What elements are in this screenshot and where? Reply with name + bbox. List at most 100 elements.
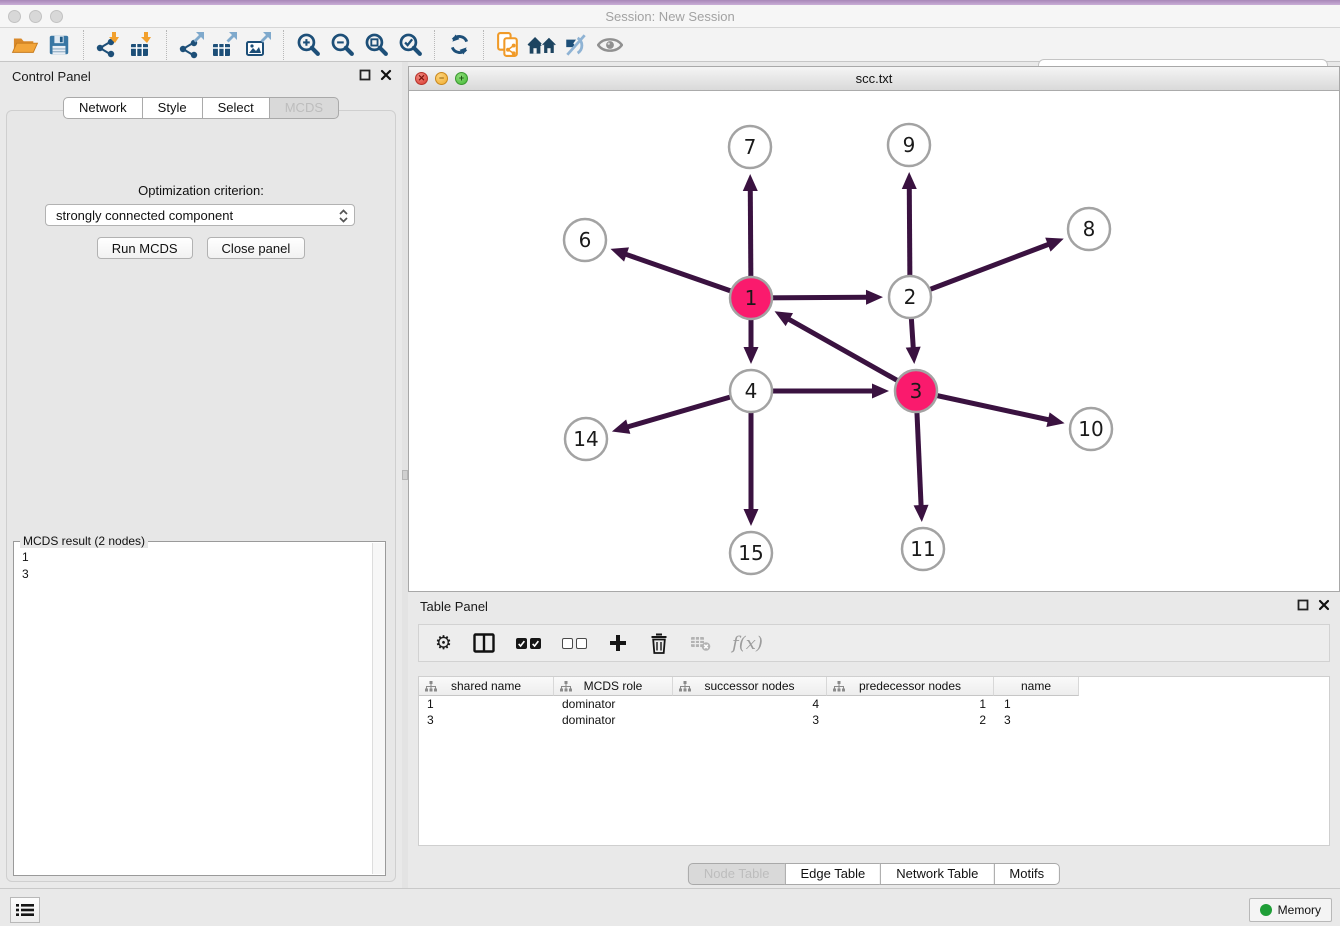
network-graph-svg[interactable]: 7968124314101511 (409, 91, 1339, 591)
export-network-button[interactable] (174, 30, 208, 60)
graph-node-label: 6 (579, 228, 592, 252)
open-folder-icon (11, 33, 39, 57)
toolbar-separator (83, 30, 84, 60)
float-table-panel-icon[interactable] (1297, 599, 1309, 611)
import-network-icon (94, 31, 122, 59)
list-icon (16, 903, 34, 917)
mcds-result-title: MCDS result (2 nodes) (20, 534, 148, 548)
float-panel-icon[interactable] (359, 69, 371, 81)
table-cell: 1 (827, 697, 994, 711)
column-header-MCDS-role[interactable]: MCDS role (554, 677, 673, 696)
nested-network-button[interactable] (525, 30, 559, 60)
table-toolbar: ⚙ f(x) (418, 624, 1330, 662)
graphics-details-button[interactable] (593, 30, 627, 60)
criterion-value: strongly connected component (56, 208, 233, 223)
save-session-button[interactable] (42, 30, 76, 60)
memory-status-icon (1260, 904, 1272, 916)
export-network-icon (177, 31, 205, 59)
deselect-all-icon[interactable] (562, 638, 587, 649)
graph-node-label: 11 (910, 537, 935, 561)
run-mcds-button[interactable]: Run MCDS (97, 237, 193, 259)
graph-arrowhead (743, 174, 758, 191)
mcds-panel: Optimization criterion: strongly connect… (6, 110, 396, 882)
function-builder-icon: f(x) (732, 633, 763, 654)
graph-arrowhead (914, 505, 929, 522)
add-column-icon[interactable] (608, 633, 628, 653)
graph-node-label: 4 (745, 379, 758, 403)
graph-node-label: 14 (573, 427, 598, 451)
network-window-titlebar[interactable]: ✕ − + scc.txt (409, 67, 1339, 91)
table-cell: 3 (419, 713, 554, 727)
delete-column-disabled-icon (690, 634, 711, 652)
column-header-successor-nodes[interactable]: successor nodes (673, 677, 827, 696)
zoom-selected-button[interactable] (393, 30, 427, 60)
import-network-button[interactable] (91, 30, 125, 60)
app-titlebar: Session: New Session (0, 5, 1340, 28)
table-header-row: shared nameMCDS rolesuccessor nodesprede… (419, 677, 1329, 696)
zoom-in-button[interactable] (291, 30, 325, 60)
table-panel-tabs: Node TableEdge TableNetwork TableMotifs (688, 863, 1060, 885)
export-table-button[interactable] (208, 30, 242, 60)
control-panel: Control Panel NetworkStyleSelectMCDS Opt… (0, 62, 402, 888)
tab-mcds[interactable]: MCDS (269, 97, 339, 119)
table-cell: 1 (419, 697, 554, 711)
tab-network-table[interactable]: Network Table (880, 863, 994, 885)
zoom-selected-icon (397, 31, 424, 58)
graph-node-label: 1 (745, 286, 758, 310)
tab-network[interactable]: Network (63, 97, 143, 119)
graph-node-label: 9 (903, 133, 916, 157)
result-line: 3 (22, 566, 377, 583)
delete-trash-icon[interactable] (649, 632, 669, 655)
graph-arrowhead (1045, 238, 1064, 252)
table-settings-icon[interactable]: ⚙ (435, 632, 452, 654)
apply-layout-button[interactable] (442, 30, 476, 60)
toolbar-separator (483, 30, 484, 60)
criterion-dropdown[interactable]: strongly connected component (45, 204, 355, 226)
result-scrollbar[interactable] (372, 543, 385, 874)
table-cell: dominator (554, 697, 673, 711)
network-canvas[interactable]: 7968124314101511 (409, 91, 1339, 591)
close-panel-icon[interactable] (380, 69, 392, 81)
close-panel-button[interactable]: Close panel (207, 237, 306, 259)
tab-edge-table[interactable]: Edge Table (784, 863, 881, 885)
graph-edge-2-8[interactable] (910, 244, 1049, 297)
toolbar-separator (166, 30, 167, 60)
import-table-button[interactable] (125, 30, 159, 60)
clone-network-icon (495, 31, 522, 58)
zoom-in-icon (295, 31, 322, 58)
toolbar-separator (434, 30, 435, 60)
export-image-button[interactable] (242, 30, 276, 60)
toolbar-separator (283, 30, 284, 60)
tab-motifs[interactable]: Motifs (993, 863, 1060, 885)
control-panel-header: Control Panel (0, 62, 402, 88)
table-row[interactable]: 1dominator411 (419, 696, 1329, 712)
close-table-panel-icon[interactable] (1318, 599, 1330, 611)
select-all-icon[interactable] (516, 638, 541, 649)
column-header-predecessor-nodes[interactable]: predecessor nodes (827, 677, 994, 696)
zoom-fit-button[interactable] (359, 30, 393, 60)
open-session-button[interactable] (8, 30, 42, 60)
table-row[interactable]: 3dominator323 (419, 712, 1329, 728)
tab-node-table[interactable]: Node Table (688, 863, 786, 885)
optimization-criterion-label: Optimization criterion: (7, 183, 395, 198)
column-header-shared-name[interactable]: shared name (419, 677, 554, 696)
import-table-icon (128, 31, 156, 59)
table-cell: 2 (827, 713, 994, 727)
zoom-out-button[interactable] (325, 30, 359, 60)
hide-labels-button[interactable] (559, 30, 593, 60)
mcds-result-lines: 13 (14, 542, 385, 590)
memory-button[interactable]: Memory (1249, 898, 1332, 922)
node-table[interactable]: shared nameMCDS rolesuccessor nodesprede… (418, 676, 1330, 846)
tab-select[interactable]: Select (202, 97, 270, 119)
tab-style[interactable]: Style (142, 97, 203, 119)
show-column-icon[interactable] (473, 633, 495, 653)
clone-network-button[interactable] (491, 30, 525, 60)
table-panel-title: Table Panel (420, 599, 488, 614)
graph-arrowhead (906, 347, 921, 364)
hide-labels-icon (563, 32, 589, 58)
memory-label: Memory (1278, 903, 1321, 917)
column-header-name[interactable]: name (994, 677, 1079, 696)
export-table-icon (211, 31, 239, 59)
graph-arrowhead (610, 247, 629, 261)
task-history-button[interactable] (10, 897, 40, 923)
